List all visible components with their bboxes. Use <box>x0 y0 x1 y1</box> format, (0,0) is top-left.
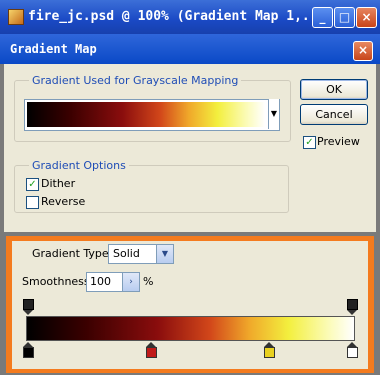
smoothness-unit: % <box>143 275 154 288</box>
document-title: fire_jc.psd @ 100% (Gradient Map 1,... <box>28 9 326 24</box>
gradient-type-select[interactable]: Solid ▼ <box>108 244 174 264</box>
smoothness-field[interactable]: 100 › <box>86 272 140 292</box>
dither-checkbox[interactable]: ✓ <box>26 178 39 191</box>
cancel-button[interactable]: Cancel <box>300 104 368 125</box>
smoothness-label: Smoothness: <box>22 275 94 288</box>
gradient-type-value: Solid <box>113 247 140 260</box>
gradient-bar[interactable] <box>26 316 355 341</box>
preview-label[interactable]: Preview <box>317 135 360 148</box>
gradient-preview[interactable] <box>27 102 265 127</box>
dialog-close-icon[interactable]: × <box>353 41 373 61</box>
reverse-checkbox[interactable]: ✓ <box>26 196 39 209</box>
color-stop-2[interactable] <box>146 347 157 358</box>
photoshop-document-icon <box>8 9 24 25</box>
reverse-label[interactable]: Reverse <box>41 195 85 208</box>
preview-checkbox[interactable]: ✓ <box>303 136 316 149</box>
dither-label[interactable]: Dither <box>41 177 75 190</box>
opacity-stop-left[interactable] <box>23 299 34 310</box>
gradient-type-label: Gradient Type: <box>32 247 113 260</box>
ok-button[interactable]: OK <box>300 79 368 100</box>
opacity-stop-right-pointer <box>347 310 357 315</box>
color-stop-4[interactable] <box>347 347 358 358</box>
chevron-down-icon[interactable]: ▼ <box>156 245 173 263</box>
minimize-icon[interactable]: _ <box>312 7 333 28</box>
gradient-picker-arrow-icon[interactable]: ▼ <box>268 99 279 129</box>
smoothness-value: 100 <box>90 275 111 288</box>
smoothness-arrow-icon[interactable]: › <box>122 273 139 291</box>
gradient-options-group-label: Gradient Options <box>29 159 129 172</box>
maximize-icon[interactable]: □ <box>334 7 355 28</box>
close-icon[interactable]: × <box>356 7 377 28</box>
gradient-mapping-group-label: Gradient Used for Grayscale Mapping <box>29 74 242 87</box>
color-stop-1[interactable] <box>23 347 34 358</box>
color-stop-3[interactable] <box>264 347 275 358</box>
opacity-stop-right[interactable] <box>347 299 358 310</box>
opacity-stop-left-pointer <box>23 310 33 315</box>
gradient-editor-panel <box>12 241 368 369</box>
dialog-title: Gradient Map <box>10 42 97 56</box>
